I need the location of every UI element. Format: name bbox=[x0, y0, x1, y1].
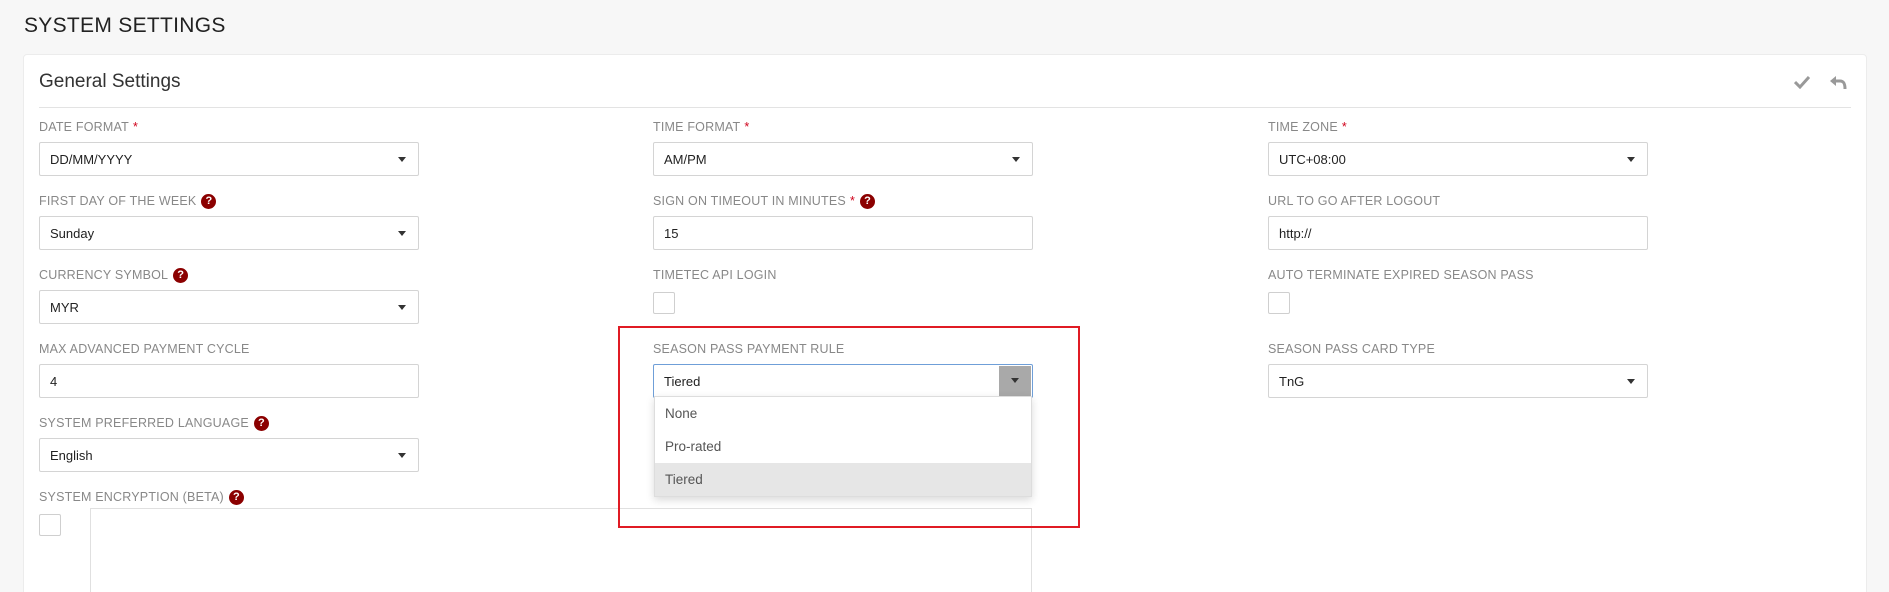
chevron-down-icon bbox=[1011, 378, 1019, 383]
help-icon[interactable]: ? bbox=[173, 267, 189, 283]
time-format-value: AM/PM bbox=[664, 151, 707, 167]
required-marker: * bbox=[1341, 120, 1347, 134]
sign-on-timeout-label: SIGN ON TIMEOUT IN MINUTES bbox=[653, 194, 846, 208]
date-format-label: DATE FORMAT bbox=[39, 120, 129, 134]
season-pass-rule-label: SEASON PASS PAYMENT RULE bbox=[653, 342, 845, 356]
max-payment-cycle-field: MAX ADVANCED PAYMENT CYCLE bbox=[39, 340, 419, 398]
panel-divider bbox=[39, 107, 1851, 108]
encryption-textarea[interactable] bbox=[90, 508, 1032, 592]
date-format-field: DATE FORMAT * DD/MM/YYYY bbox=[39, 118, 419, 176]
preferred-language-label: SYSTEM PREFERRED LANGUAGE bbox=[39, 416, 249, 430]
dropdown-option-pro-rated[interactable]: Pro-rated bbox=[655, 430, 1031, 463]
help-icon[interactable]: ? bbox=[860, 193, 876, 209]
time-zone-select[interactable]: UTC+08:00 bbox=[1268, 142, 1648, 176]
season-pass-card-select[interactable]: TnG bbox=[1268, 364, 1648, 398]
preferred-language-field: SYSTEM PREFERRED LANGUAGE? English bbox=[39, 414, 419, 472]
currency-symbol-label: CURRENCY SYMBOL bbox=[39, 268, 169, 282]
encryption-checkbox[interactable] bbox=[39, 514, 61, 536]
logout-url-input[interactable] bbox=[1268, 216, 1648, 250]
chevron-down-icon bbox=[398, 453, 406, 458]
required-marker: * bbox=[744, 120, 750, 134]
first-day-label: FIRST DAY OF THE WEEK bbox=[39, 194, 197, 208]
help-icon[interactable]: ? bbox=[228, 489, 244, 505]
date-format-select[interactable]: DD/MM/YYYY bbox=[39, 142, 419, 176]
season-pass-card-field: SEASON PASS CARD TYPE TnG bbox=[1268, 340, 1648, 398]
auto-terminate-checkbox[interactable] bbox=[1268, 292, 1290, 314]
sign-on-timeout-input[interactable] bbox=[653, 216, 1033, 250]
timetec-api-login-label: TIMETEC API LOGIN bbox=[653, 268, 777, 282]
time-format-label: TIME FORMAT bbox=[653, 120, 741, 134]
undo-icon[interactable] bbox=[1827, 71, 1849, 93]
time-zone-field: TIME ZONE * UTC+08:00 bbox=[1268, 118, 1648, 176]
season-pass-card-label: SEASON PASS CARD TYPE bbox=[1268, 342, 1435, 356]
preferred-language-select[interactable]: English bbox=[39, 438, 419, 472]
help-icon[interactable]: ? bbox=[253, 415, 269, 431]
auto-terminate-label: AUTO TERMINATE EXPIRED SEASON PASS bbox=[1268, 268, 1534, 282]
chevron-down-icon bbox=[1627, 157, 1635, 162]
help-icon[interactable]: ? bbox=[201, 193, 217, 209]
season-pass-rule-dropdown: None Pro-rated Tiered bbox=[654, 396, 1032, 497]
currency-symbol-select[interactable]: MYR bbox=[39, 290, 419, 324]
date-format-value: DD/MM/YYYY bbox=[50, 151, 133, 167]
timetec-api-login-checkbox[interactable] bbox=[653, 292, 675, 314]
chevron-down-icon bbox=[398, 157, 406, 162]
page-title: SYSTEM SETTINGS bbox=[24, 14, 226, 37]
required-marker: * bbox=[849, 194, 856, 208]
panel-title: General Settings bbox=[39, 71, 181, 92]
panel-actions bbox=[1791, 71, 1849, 93]
encryption-label: SYSTEM ENCRYPTION (BETA) bbox=[39, 490, 224, 504]
timetec-api-login-field: TIMETEC API LOGIN bbox=[653, 266, 1033, 314]
time-format-select[interactable]: AM/PM bbox=[653, 142, 1033, 176]
time-zone-value: UTC+08:00 bbox=[1279, 151, 1346, 167]
dropdown-option-none[interactable]: None bbox=[655, 397, 1031, 430]
chevron-down-icon bbox=[1627, 379, 1635, 384]
first-day-select[interactable]: Sunday bbox=[39, 216, 419, 250]
logout-url-field: URL TO GO AFTER LOGOUT bbox=[1268, 192, 1648, 250]
required-marker: * bbox=[132, 120, 139, 134]
first-day-value: Sunday bbox=[50, 225, 95, 241]
chevron-down-icon bbox=[398, 305, 406, 310]
first-day-field: FIRST DAY OF THE WEEK? Sunday bbox=[39, 192, 419, 250]
dropdown-option-tiered[interactable]: Tiered bbox=[655, 463, 1031, 496]
season-pass-rule-field: SEASON PASS PAYMENT RULE Tiered bbox=[653, 340, 1033, 398]
season-pass-rule-value: Tiered bbox=[664, 373, 701, 389]
check-icon[interactable] bbox=[1791, 71, 1813, 93]
sign-on-timeout-field: SIGN ON TIMEOUT IN MINUTES *? bbox=[653, 192, 1033, 250]
chevron-down-icon bbox=[1012, 157, 1020, 162]
time-format-field: TIME FORMAT * AM/PM bbox=[653, 118, 1033, 176]
max-payment-cycle-label: MAX ADVANCED PAYMENT CYCLE bbox=[39, 342, 250, 356]
preferred-language-value: English bbox=[50, 447, 93, 463]
season-pass-rule-select[interactable]: Tiered bbox=[653, 364, 1033, 398]
season-pass-card-value: TnG bbox=[1279, 373, 1305, 389]
logout-url-label: URL TO GO AFTER LOGOUT bbox=[1268, 194, 1441, 208]
chevron-down-icon bbox=[398, 231, 406, 236]
auto-terminate-field: AUTO TERMINATE EXPIRED SEASON PASS bbox=[1268, 266, 1648, 314]
currency-symbol-value: MYR bbox=[50, 299, 79, 315]
time-zone-label: TIME ZONE bbox=[1268, 120, 1338, 134]
dropdown-toggle-button[interactable] bbox=[999, 366, 1031, 396]
max-payment-cycle-input[interactable] bbox=[39, 364, 419, 398]
currency-symbol-field: CURRENCY SYMBOL? MYR bbox=[39, 266, 419, 324]
